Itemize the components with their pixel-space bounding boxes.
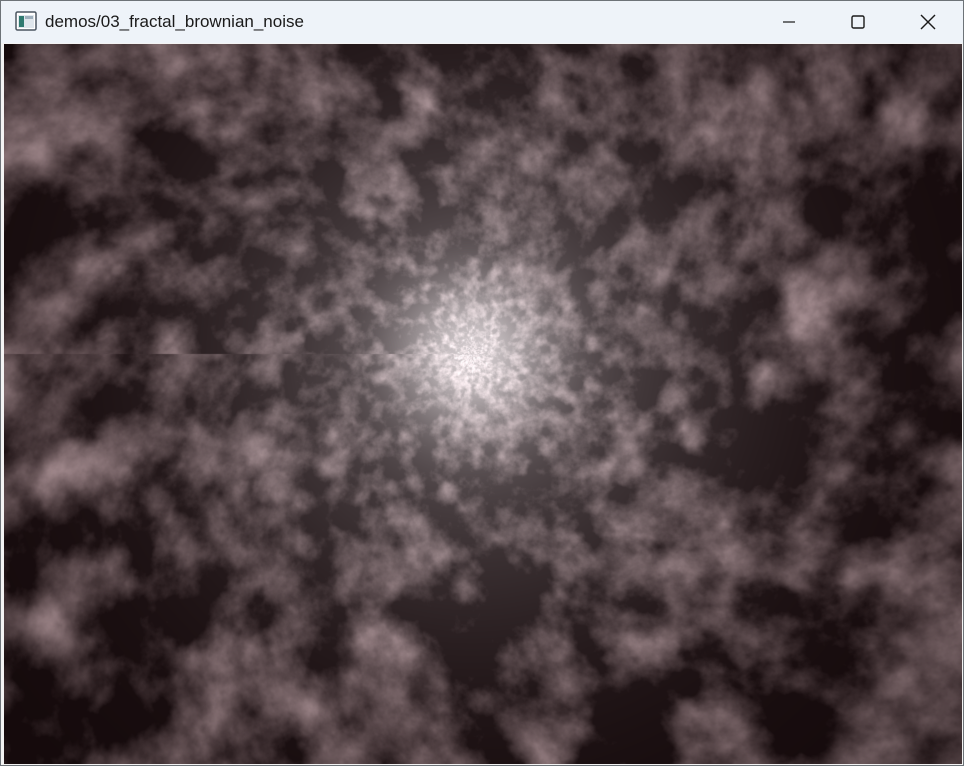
- close-icon: [919, 13, 937, 31]
- title-bar[interactable]: demos/03_fractal_brownian_noise: [1, 1, 963, 43]
- minimize-button[interactable]: [754, 1, 824, 43]
- app-window: demos/03_fractal_brownian_noise: [0, 0, 964, 766]
- minimize-icon: [781, 14, 797, 30]
- render-viewport[interactable]: [4, 44, 962, 764]
- close-button[interactable]: [893, 1, 963, 43]
- maximize-icon: [850, 14, 866, 30]
- fractal-noise-canvas[interactable]: [4, 44, 962, 764]
- maximize-button[interactable]: [823, 1, 893, 43]
- terminal-window-icon: [15, 11, 37, 31]
- window-title: demos/03_fractal_brownian_noise: [45, 12, 304, 31]
